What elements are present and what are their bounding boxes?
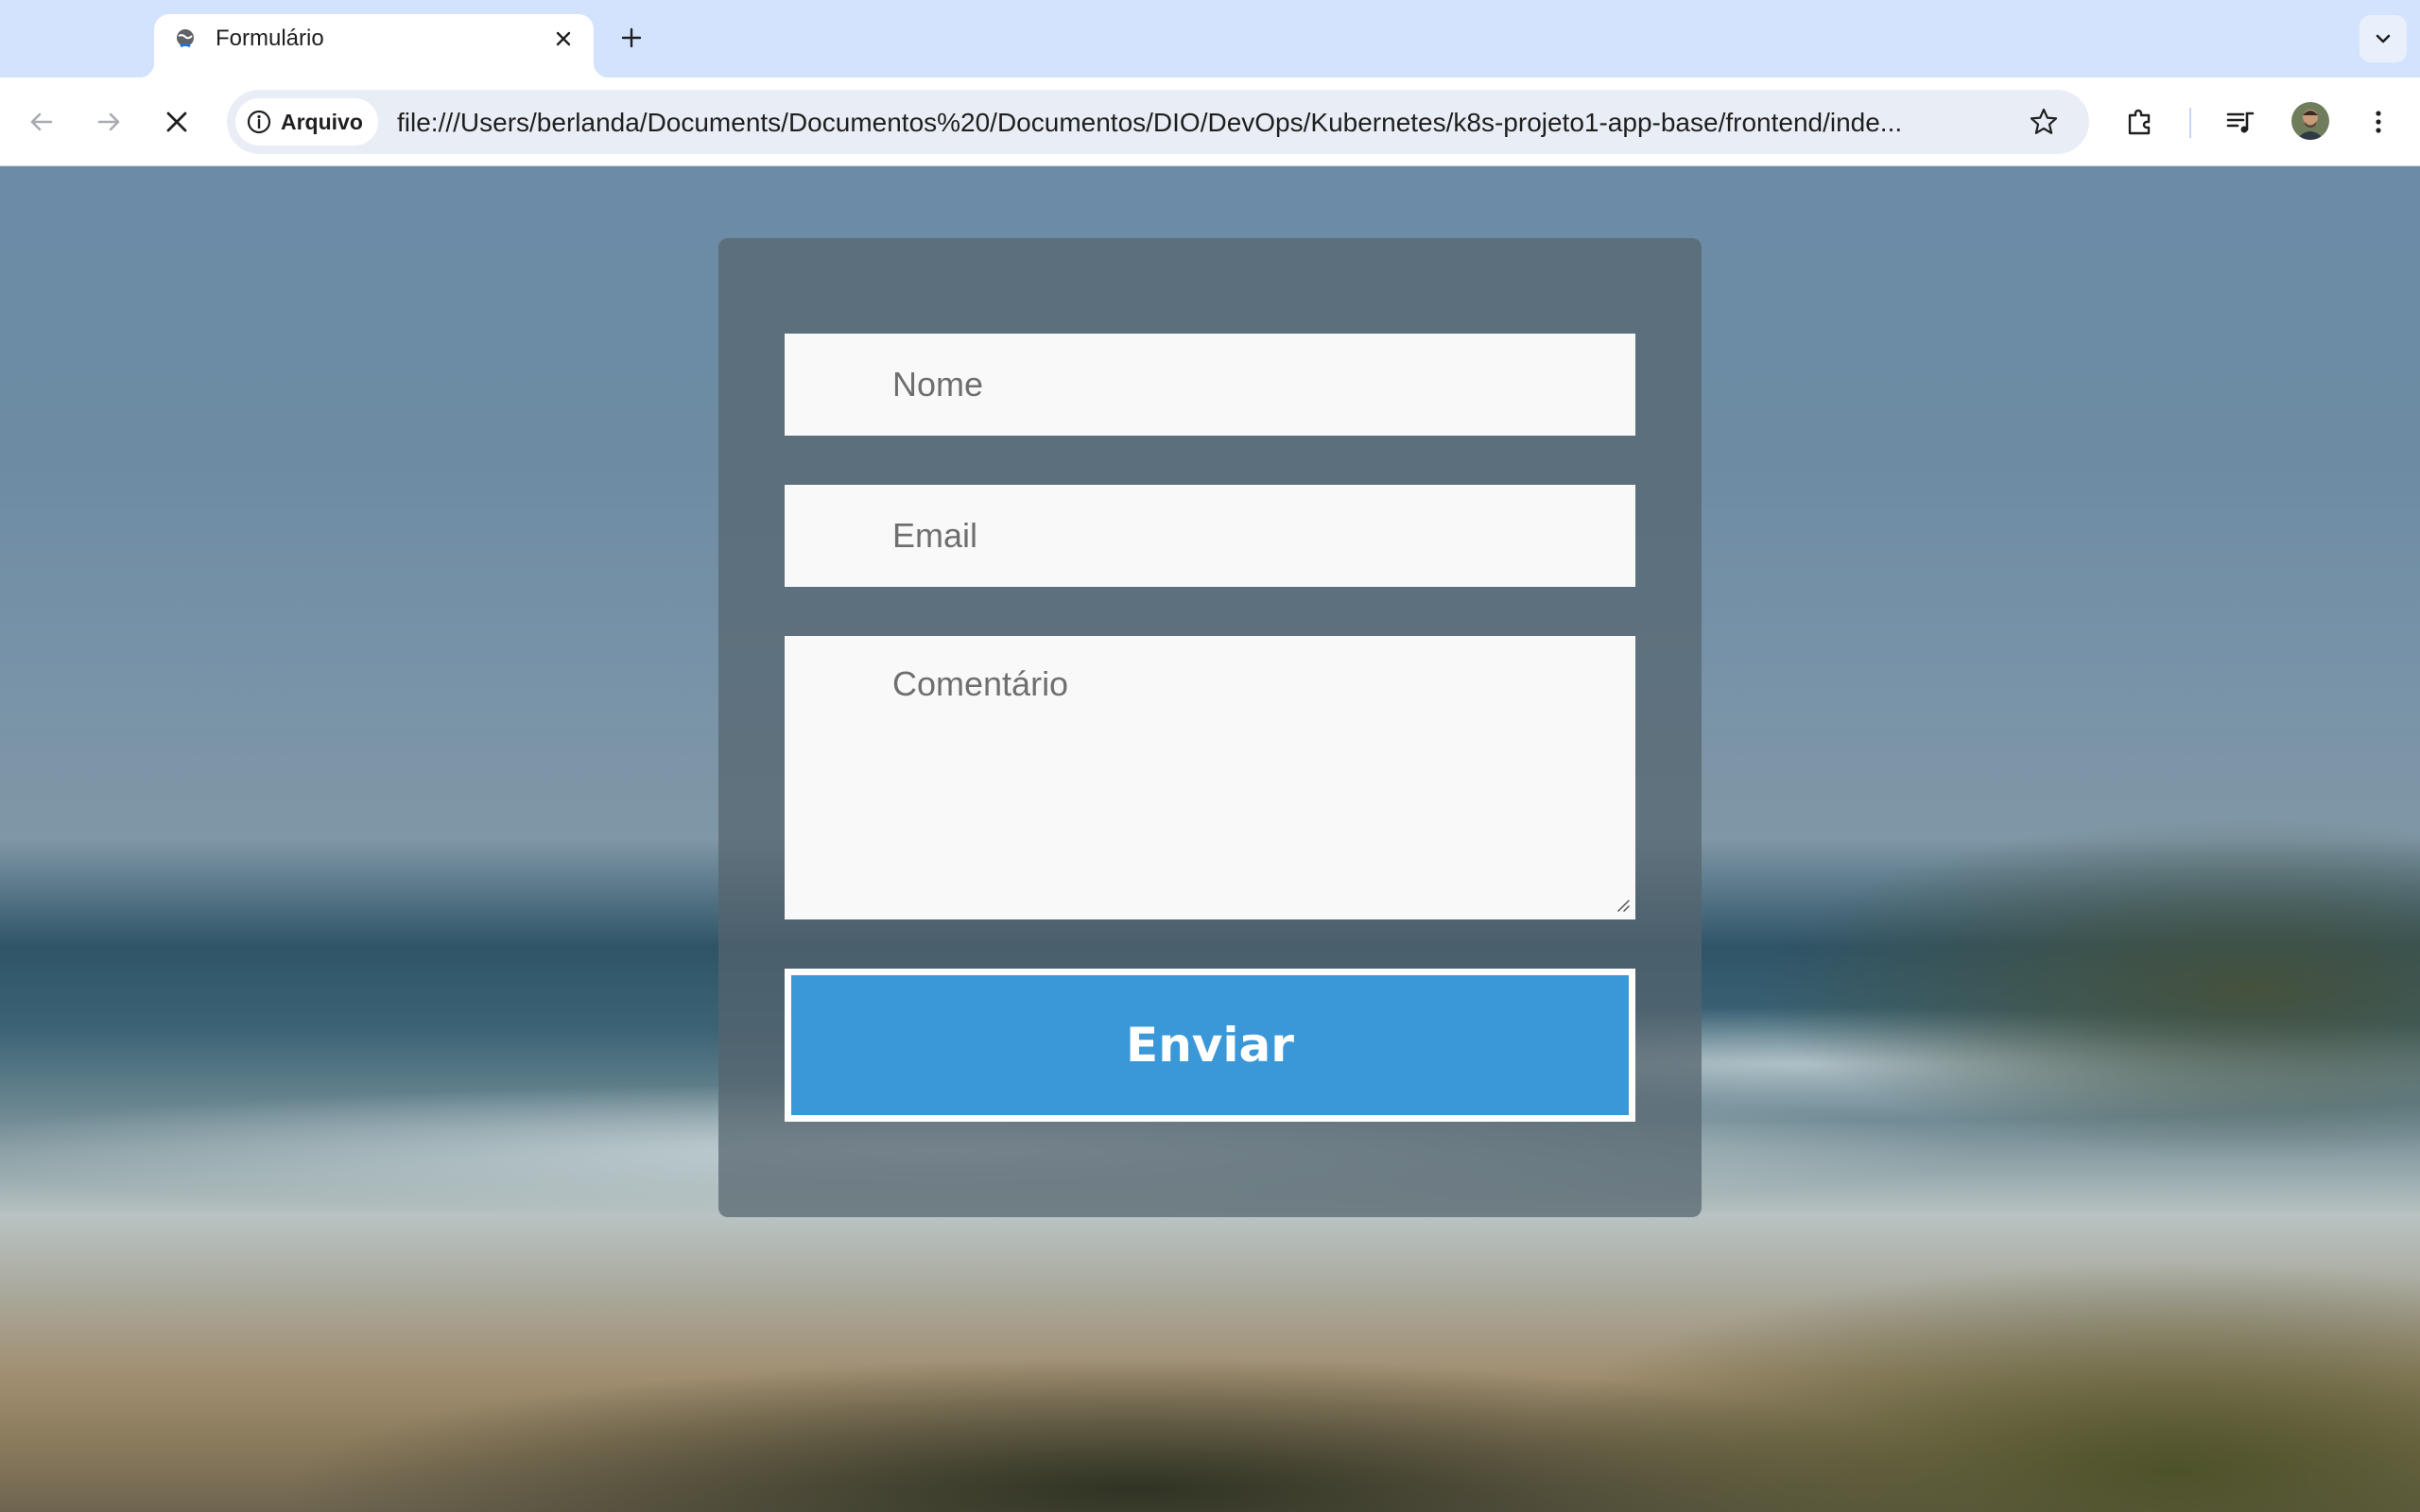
address-bar[interactable]: Arquivo file:///Users/berlanda/Documents… xyxy=(227,90,2089,154)
arrow-right-icon xyxy=(97,112,120,131)
info-icon xyxy=(247,110,271,134)
tab-strip: Formulário xyxy=(0,0,2420,77)
email-input[interactable] xyxy=(785,485,1635,587)
browser-toolbar: Arquivo file:///Users/berlanda/Documents… xyxy=(0,77,2420,166)
submit-button[interactable]: Enviar xyxy=(785,969,1635,1122)
name-input[interactable] xyxy=(785,334,1635,436)
close-icon xyxy=(166,112,187,132)
resize-handle-icon[interactable] xyxy=(1615,897,1630,912)
avatar-icon xyxy=(2291,102,2329,140)
contact-form: Enviar xyxy=(718,238,1702,1217)
plus-icon xyxy=(621,27,642,48)
browser-menu-button[interactable] xyxy=(2358,101,2399,143)
tab-search-button[interactable] xyxy=(2360,15,2407,62)
page-viewport: Enviar xyxy=(0,166,2420,1512)
star-icon xyxy=(2030,108,2058,134)
back-button[interactable] xyxy=(21,101,62,143)
queue-music-icon xyxy=(2226,112,2255,133)
chevron-down-icon xyxy=(2376,34,2391,43)
tab-title: Formulário xyxy=(216,26,324,51)
new-tab-button[interactable] xyxy=(613,19,650,57)
browser-tab[interactable]: Formulário xyxy=(139,14,609,77)
profile-avatar[interactable] xyxy=(2291,102,2329,140)
toolbar-divider xyxy=(2189,108,2191,138)
puzzle-icon xyxy=(2128,109,2151,135)
close-tab-button[interactable] xyxy=(550,26,577,52)
site-info-chip[interactable]: Arquivo xyxy=(235,98,378,146)
globe-favicon-icon xyxy=(175,27,196,48)
kebab-menu-icon xyxy=(2376,111,2381,133)
forward-button[interactable] xyxy=(88,101,130,143)
url-text[interactable]: file:///Users/berlanda/Documents/Documen… xyxy=(397,108,2004,138)
arrow-left-icon xyxy=(30,112,53,131)
comment-textarea[interactable] xyxy=(785,636,1635,919)
site-info-label: Arquivo xyxy=(281,109,363,134)
extensions-button[interactable] xyxy=(2119,101,2161,143)
stop-loading-button[interactable] xyxy=(156,101,198,143)
media-controls-button[interactable] xyxy=(2220,101,2261,143)
close-icon xyxy=(556,31,571,46)
bookmark-button[interactable] xyxy=(2025,103,2063,141)
